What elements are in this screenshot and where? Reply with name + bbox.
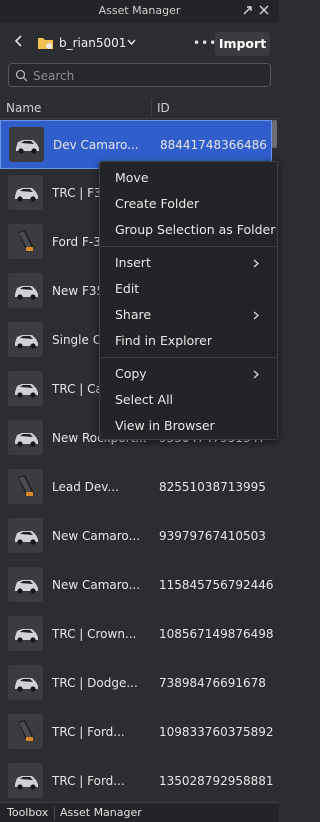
asset-name: Single C	[52, 333, 102, 347]
chevron-right-icon	[253, 259, 259, 268]
folder-icon	[38, 38, 53, 49]
undock-icon[interactable]	[242, 4, 254, 16]
asset-id: 82551038713995	[159, 480, 266, 494]
chevron-right-icon	[253, 370, 259, 379]
search-box[interactable]	[8, 63, 271, 87]
asset-name: Dev Camaro...	[53, 138, 139, 152]
car-thumbnail-icon	[8, 763, 43, 798]
menu-separator	[100, 246, 277, 247]
column-id-header[interactable]: ID	[157, 101, 170, 115]
asset-id: 93979767410503	[159, 529, 266, 543]
asset-name: Lead Dev...	[52, 480, 119, 494]
asset-id: 115845756792446	[159, 578, 274, 592]
bottom-tab-bar: Toolbox Asset Manager	[0, 802, 279, 822]
asset-row[interactable]: TRC | Ford... 109833760375892	[0, 708, 274, 757]
window-titlebar: Asset Manager	[0, 0, 279, 22]
menu-item-select-all[interactable]: Select All	[100, 388, 277, 412]
menu-item-find-in-explorer[interactable]: Find in Explorer	[100, 329, 277, 353]
close-icon[interactable]	[258, 4, 270, 16]
chevron-right-icon	[253, 311, 259, 320]
tab-asset-manager[interactable]: Asset Manager	[60, 806, 142, 819]
menu-item-insert[interactable]: Insert	[100, 251, 277, 275]
part-thumbnail-icon	[8, 714, 43, 749]
asset-name: TRC | Dodge...	[52, 676, 138, 690]
tab-toolbox[interactable]: Toolbox	[7, 806, 48, 819]
window-title: Asset Manager	[98, 4, 181, 17]
menu-item-create-folder[interactable]: Create Folder	[100, 192, 277, 216]
asset-row[interactable]: New Camaro... 115845756792446	[0, 561, 274, 610]
asset-name: TRC | Ford...	[52, 725, 125, 739]
menu-item-label: Move	[115, 170, 149, 185]
asset-row[interactable]: New Camaro... 93979767410503	[0, 512, 272, 561]
column-divider[interactable]	[151, 98, 152, 117]
context-menu: Move Create Folder Group Selection as Fold…	[99, 161, 278, 440]
asset-name: New F35	[52, 284, 105, 298]
scrollbar-thumb[interactable]	[272, 120, 277, 148]
asset-id: 109833760375892	[159, 725, 274, 739]
more-options-button[interactable]: •••	[193, 36, 217, 50]
car-thumbnail-icon	[8, 518, 43, 553]
menu-item-label: Find in Explorer	[115, 333, 212, 348]
menu-item-label: Insert	[115, 255, 151, 270]
car-thumbnail-icon	[8, 371, 43, 406]
asset-row[interactable]: TRC | Ford... 135028792958881	[0, 757, 274, 802]
menu-item-label: Edit	[115, 281, 140, 296]
asset-row[interactable]: Lead Dev... 82551038713995	[0, 463, 272, 512]
menu-item-label: Share	[115, 307, 152, 322]
asset-name: TRC | Crown...	[52, 627, 137, 641]
asset-id: 88441748366486	[160, 138, 267, 152]
column-name-header[interactable]: Name	[6, 101, 41, 115]
part-thumbnail-icon	[8, 469, 43, 504]
asset-row[interactable]: TRC | Crown... 108567149876498	[0, 610, 274, 659]
menu-item-group-selection-as-folder[interactable]: Group Selection as Folder	[100, 218, 277, 242]
menu-item-label: Create Folder	[115, 196, 200, 211]
menu-item-edit[interactable]: Edit	[100, 277, 277, 301]
menu-item-label: Copy	[115, 366, 147, 381]
car-thumbnail-icon	[8, 420, 43, 455]
asset-name: TRC | Ford...	[52, 774, 125, 788]
back-arrow-icon[interactable]	[13, 35, 25, 47]
asset-name: New Camaro...	[52, 529, 141, 543]
asset-id: 108567149876498	[159, 627, 274, 641]
tab-divider	[54, 806, 55, 820]
menu-item-copy[interactable]: Copy	[100, 362, 277, 386]
menu-item-label: View in Browser	[115, 418, 215, 433]
asset-name: New Camaro...	[52, 578, 141, 592]
menu-item-view-in-browser[interactable]: View in Browser	[100, 414, 277, 438]
car-thumbnail-icon	[9, 127, 44, 162]
chevron-down-icon[interactable]	[127, 39, 136, 46]
menu-item-share[interactable]: Share	[100, 303, 277, 327]
car-thumbnail-icon	[8, 273, 43, 308]
folder-name[interactable]: b_rian5001	[59, 36, 126, 50]
asset-name: Ford F-3	[52, 235, 101, 249]
asset-name: TRC | F3	[52, 186, 102, 200]
toolbar: b_rian5001 ••• Import	[0, 22, 279, 58]
menu-item-label: Select All	[115, 392, 174, 407]
car-thumbnail-icon	[8, 665, 43, 700]
car-thumbnail-icon	[8, 616, 43, 651]
asset-id: 73898476691678	[159, 676, 266, 690]
menu-item-label: Group Selection as Folder	[115, 222, 276, 237]
car-thumbnail-icon	[8, 322, 43, 357]
asset-row[interactable]: TRC | Dodge... 73898476691678	[0, 659, 272, 708]
asset-id: 135028792958881	[159, 774, 274, 788]
car-thumbnail-icon	[8, 175, 43, 210]
car-thumbnail-icon	[8, 567, 43, 602]
column-header: Name ID	[0, 96, 279, 119]
menu-item-move[interactable]: Move	[100, 166, 277, 190]
asset-name: TRC | Ca	[52, 382, 103, 396]
menu-separator	[100, 357, 277, 358]
search-icon	[15, 69, 28, 82]
import-button[interactable]: Import	[215, 32, 270, 56]
part-thumbnail-icon	[8, 224, 43, 259]
search-input[interactable]	[33, 67, 263, 84]
